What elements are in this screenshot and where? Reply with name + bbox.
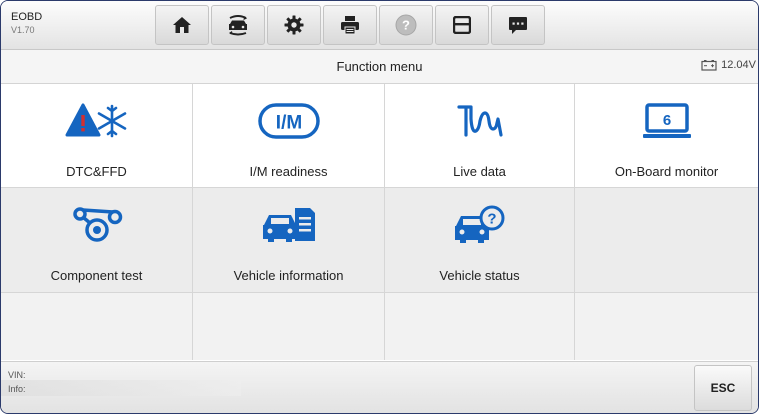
home-icon	[173, 17, 191, 33]
battery-icon	[701, 59, 717, 71]
message-button[interactable]	[491, 5, 545, 45]
info-background	[1, 380, 241, 396]
menu-item-label: Vehicle information	[233, 268, 344, 283]
onboard-monitor-icon: 6	[642, 103, 691, 138]
vehicle-status-icon: ?	[454, 205, 504, 243]
footer-bar: VIN: Info: ESC	[1, 361, 758, 413]
print-button[interactable]	[323, 5, 377, 45]
svg-text:?: ?	[487, 211, 496, 228]
im-readiness-icon: I/M	[257, 103, 320, 139]
page-title: Function menu	[336, 59, 423, 74]
menu-item-label: Component test	[50, 268, 143, 283]
info-label: Info:	[8, 384, 26, 394]
app-version: V1.70	[11, 25, 35, 35]
battery-indicator: 12.04V	[701, 59, 756, 71]
home-button[interactable]	[155, 5, 209, 45]
svg-text:6: 6	[662, 112, 670, 129]
menu-item-label: On-Board monitor	[614, 164, 719, 179]
settings-icon	[284, 15, 304, 35]
empty-grid-cell	[575, 293, 758, 360]
menu-item-im-readiness[interactable]: I/M I/M readiness	[193, 84, 385, 188]
menu-item-live-data[interactable]: Live data	[385, 84, 575, 188]
menu-item-vehicle-information[interactable]: Vehicle information	[193, 188, 385, 293]
vin-label: VIN:	[8, 370, 26, 380]
vehicle-information-icon	[262, 208, 315, 242]
function-grid: DTC&FFD I/M I/M readiness Live data 6 On…	[1, 84, 758, 364]
esc-button[interactable]: ESC	[694, 365, 752, 411]
empty-grid-cell	[385, 293, 575, 360]
menu-item-label: I/M readiness	[249, 164, 328, 179]
menu-item-label: DTC&FFD	[66, 164, 127, 179]
menu-item-label: Vehicle status	[439, 268, 520, 283]
help-icon: ?	[395, 14, 417, 36]
help-button[interactable]: ?	[379, 5, 433, 45]
settings-button[interactable]	[267, 5, 321, 45]
title-row: Function menu 12.04V	[1, 50, 758, 84]
battery-voltage: 12.04V	[721, 59, 756, 71]
svg-text:I/M: I/M	[275, 113, 301, 134]
svg-text:?: ?	[402, 18, 410, 33]
message-icon	[509, 16, 527, 34]
empty-grid-cell	[1, 293, 193, 360]
menu-item-vehicle-status[interactable]: ? Vehicle status	[385, 188, 575, 293]
vehicle-swap-button[interactable]	[211, 5, 265, 45]
top-bar: EOBD V1.70 ?	[1, 1, 758, 50]
menu-item-onboard-monitor[interactable]: 6 On-Board monitor	[575, 84, 758, 188]
menu-item-dtc-ffd[interactable]: DTC&FFD	[1, 84, 193, 188]
toolbar: ?	[155, 5, 547, 45]
menu-item-component-test[interactable]: Component test	[1, 188, 193, 293]
live-data-waveform-icon	[456, 105, 503, 137]
empty-grid-cell	[193, 293, 385, 360]
vehicle-swap-icon	[229, 15, 247, 36]
dtc-warning-snowflake-icon	[65, 103, 126, 138]
app-frame: EOBD V1.70 ? Function menu 12.04V DTC&FF…	[0, 0, 759, 414]
component-test-icon	[72, 207, 122, 242]
menu-item-label: Live data	[453, 164, 506, 179]
app-name: EOBD	[11, 11, 43, 23]
save-button[interactable]	[435, 5, 489, 45]
print-icon	[341, 16, 359, 35]
save-icon	[453, 16, 471, 34]
empty-grid-cell	[575, 188, 758, 293]
